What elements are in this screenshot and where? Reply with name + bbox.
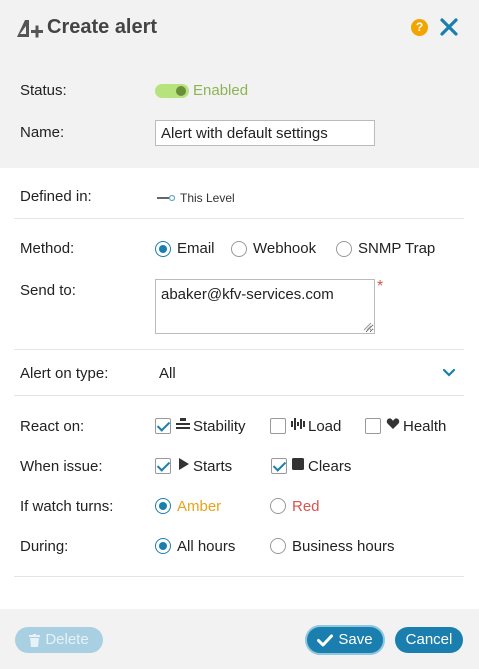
cancel-button[interactable]: Cancel (395, 627, 463, 653)
divider (14, 576, 464, 577)
react-load-checkbox[interactable] (270, 418, 286, 434)
add-alert-icon (17, 20, 43, 38)
issue-clears-label[interactable]: Clears (308, 458, 351, 475)
stop-icon (292, 458, 304, 470)
divider (14, 218, 464, 219)
during-all-hours-label[interactable]: All hours (177, 538, 235, 555)
method-snmp-label[interactable]: SNMP Trap (358, 240, 435, 257)
react-health-label[interactable]: Health (403, 418, 446, 435)
name-label: Name: (20, 124, 65, 141)
when-issue-label: When issue: (20, 458, 103, 475)
method-label: Method: (20, 240, 75, 257)
level-icon (157, 194, 175, 202)
watch-red-label[interactable]: Red (292, 498, 320, 515)
if-watch-turns-label: If watch turns: (20, 498, 114, 515)
during-business-hours-radio[interactable] (270, 538, 286, 554)
save-label: Save (338, 631, 373, 648)
react-health-checkbox[interactable] (365, 418, 381, 434)
general-section (0, 58, 479, 168)
method-email-radio[interactable] (155, 241, 171, 257)
during-all-hours-radio[interactable] (155, 538, 171, 554)
watch-red-radio[interactable] (270, 498, 286, 514)
save-button[interactable]: Save (307, 627, 383, 653)
method-webhook-radio[interactable] (231, 241, 247, 257)
play-icon (179, 458, 189, 470)
during-label: During: (20, 538, 69, 555)
cancel-label: Cancel (405, 631, 453, 648)
divider (14, 349, 464, 350)
during-business-hours-label[interactable]: Business hours (292, 538, 395, 555)
watch-amber-radio[interactable] (155, 498, 171, 514)
status-label: Status: (20, 82, 67, 99)
issue-starts-label[interactable]: Starts (193, 458, 232, 475)
react-stability-checkbox[interactable] (155, 418, 171, 434)
send-to-field[interactable]: abaker@kfv-services.com (155, 279, 375, 334)
toggle-knob (176, 86, 186, 96)
resize-grip-icon[interactable] (363, 322, 372, 331)
issue-starts-checkbox[interactable] (155, 458, 171, 474)
defined-in-label: Defined in: (20, 188, 92, 205)
required-marker: * (377, 278, 384, 295)
divider (14, 395, 464, 396)
method-webhook-label[interactable]: Webhook (253, 240, 316, 257)
react-on-label: React on: (20, 418, 85, 435)
check-icon (317, 634, 334, 647)
stability-icon (176, 418, 190, 429)
delete-button[interactable]: Delete (15, 627, 103, 653)
close-icon[interactable] (439, 17, 459, 37)
name-input[interactable] (155, 120, 375, 146)
alert-on-type-label: Alert on type: (20, 365, 109, 382)
delete-label: Delete (45, 631, 89, 648)
method-email-label[interactable]: Email (177, 240, 215, 257)
status-value: Enabled (193, 82, 249, 99)
load-icon (291, 418, 305, 430)
dialog-title: Create alert (47, 16, 158, 38)
issue-clears-checkbox[interactable] (271, 458, 287, 474)
alert-type-select[interactable]: All (159, 365, 176, 382)
watch-amber-label[interactable]: Amber (177, 498, 221, 515)
react-load-label[interactable]: Load (308, 418, 341, 435)
status-toggle[interactable] (155, 84, 189, 98)
send-to-label: Send to: (20, 282, 76, 299)
heart-icon (386, 418, 400, 429)
question-icon[interactable]: ? (411, 19, 428, 36)
react-stability-label[interactable]: Stability (193, 418, 246, 435)
trash-icon (29, 633, 41, 647)
method-snmp-radio[interactable] (336, 241, 352, 257)
chevron-down-icon[interactable] (442, 368, 456, 378)
defined-in-value: This Level (180, 191, 235, 205)
